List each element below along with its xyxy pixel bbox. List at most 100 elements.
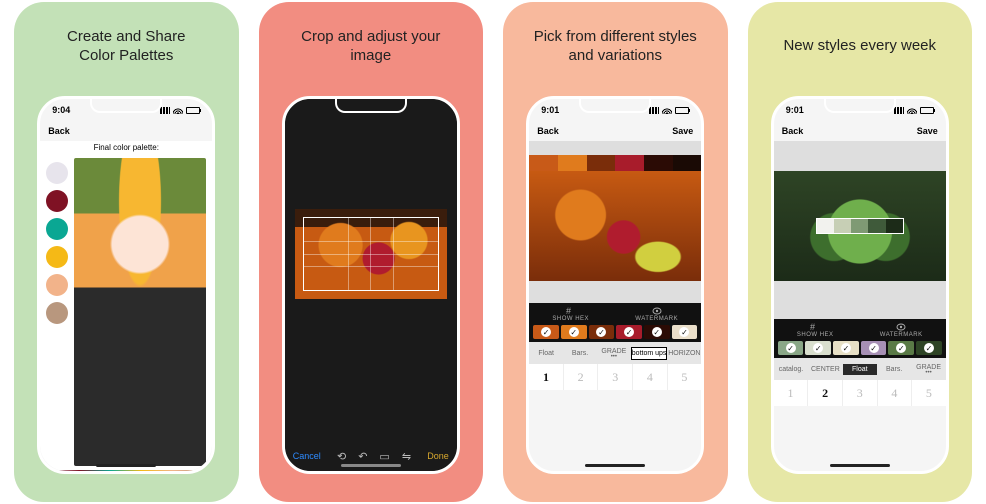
variation-option[interactable]: 2	[563, 364, 598, 390]
nav-bar: Back	[40, 121, 212, 141]
back-button[interactable]: Back	[48, 126, 70, 136]
variation-option[interactable]: 3	[597, 364, 632, 390]
style-option[interactable]: bottom ups	[631, 347, 668, 360]
phone-frame: 9:01 Back Save	[771, 96, 949, 474]
phone-frame: Cancel ⟲ ↶ ▭ ⇋ Done	[282, 96, 460, 474]
swatch[interactable]	[888, 341, 914, 355]
status-time: 9:01	[786, 105, 804, 115]
style-option[interactable]: Bars.	[877, 364, 911, 375]
watermark-toggle[interactable]: WATERMARK	[635, 307, 678, 322]
swatch[interactable]	[851, 219, 868, 233]
swatch[interactable]	[587, 155, 616, 171]
palette-swatch[interactable]	[46, 190, 68, 212]
variation-option[interactable]: 1	[529, 364, 563, 390]
variation-selector[interactable]: 12345	[529, 364, 701, 390]
swatch[interactable]	[615, 155, 644, 171]
swatch[interactable]	[834, 219, 851, 233]
palette-bar	[529, 155, 701, 171]
style-option[interactable]: HORIZON	[667, 348, 701, 359]
hash-icon: #	[566, 307, 576, 315]
swatch[interactable]	[561, 325, 587, 339]
done-button[interactable]: Done	[427, 451, 449, 461]
palette-swatch[interactable]	[46, 218, 68, 240]
swatch[interactable]	[861, 341, 887, 355]
controls-panel: # SHOW HEX WATERMARK	[774, 319, 946, 358]
signal-icon	[160, 107, 170, 114]
variation-option[interactable]: 5	[667, 364, 702, 390]
save-button[interactable]: Save	[917, 126, 938, 136]
palette-swatch-column	[40, 154, 74, 470]
preview-image	[774, 171, 946, 281]
swatch[interactable]	[805, 341, 831, 355]
swatch[interactable]	[868, 219, 885, 233]
variation-option[interactable]: 5	[911, 380, 946, 406]
variation-option[interactable]: 1	[774, 380, 808, 406]
variation-option[interactable]: 2	[807, 380, 842, 406]
color-check-row[interactable]	[529, 322, 701, 342]
swatch[interactable]	[916, 341, 942, 355]
style-option[interactable]: Float	[843, 364, 877, 375]
swatch[interactable]	[589, 325, 615, 339]
variation-option[interactable]: 3	[842, 380, 877, 406]
notch	[824, 99, 896, 113]
controls-panel: # SHOW HEX WATERMARK	[529, 303, 701, 342]
back-button[interactable]: Back	[782, 126, 804, 136]
notch	[579, 99, 651, 113]
aspect-icon[interactable]: ▭	[379, 450, 389, 463]
swatch[interactable]	[529, 155, 558, 171]
variation-option[interactable]: 4	[632, 364, 667, 390]
undo-icon[interactable]: ↶	[358, 450, 367, 463]
phone-frame: 9:01 Back Save	[526, 96, 704, 474]
card-crop: Crop and adjust your image Cancel ⟲	[259, 2, 484, 502]
watermark-toggle[interactable]: WATERMARK	[880, 323, 923, 338]
rotate-ccw-icon[interactable]: ⟲	[337, 450, 346, 463]
battery-icon	[675, 107, 689, 114]
swatch[interactable]	[886, 219, 903, 233]
swatch[interactable]	[778, 341, 804, 355]
style-selector[interactable]: FloatBars.GRADEbottom upsHORIZON	[529, 342, 701, 364]
swatch[interactable]	[673, 155, 702, 171]
swatch[interactable]	[616, 325, 642, 339]
style-selector[interactable]: catalog.CENTERFloatBars.GRADE	[774, 358, 946, 380]
swatch[interactable]	[558, 155, 587, 171]
swatch[interactable]	[833, 341, 859, 355]
style-option[interactable]: CENTER	[808, 364, 842, 375]
swatch[interactable]	[672, 325, 698, 339]
show-hex-toggle[interactable]: # SHOW HEX	[552, 307, 589, 322]
show-hex-toggle[interactable]: # SHOW HEX	[797, 323, 834, 338]
crop-stage[interactable]: Cancel ⟲ ↶ ▭ ⇋ Done	[285, 99, 457, 471]
palette-swatch[interactable]	[46, 274, 68, 296]
hash-icon: #	[810, 323, 820, 331]
floating-palette	[817, 219, 903, 233]
variation-option[interactable]: 4	[877, 380, 912, 406]
save-button[interactable]: Save	[672, 126, 693, 136]
cancel-button[interactable]: Cancel	[293, 451, 321, 461]
app-store-screenshot-row: Create and Share Color Palettes 9:04 Bac…	[0, 0, 986, 504]
swatch[interactable]	[644, 325, 670, 339]
swatch[interactable]	[644, 155, 673, 171]
palette-swatch[interactable]	[46, 162, 68, 184]
style-option[interactable]: GRADE	[911, 362, 945, 377]
back-button[interactable]: Back	[537, 126, 559, 136]
status-time: 9:01	[541, 105, 559, 115]
svg-text:#: #	[810, 323, 816, 331]
palette-swatch[interactable]	[46, 302, 68, 324]
battery-icon	[920, 107, 934, 114]
swatch[interactable]	[533, 325, 559, 339]
style-option[interactable]: catalog.	[774, 364, 808, 375]
signal-icon	[894, 107, 904, 114]
style-option[interactable]: Bars.	[563, 348, 597, 359]
flip-icon[interactable]: ⇋	[402, 450, 411, 463]
home-indicator	[830, 464, 890, 467]
wifi-icon	[907, 106, 917, 114]
variation-selector[interactable]: 12345	[774, 380, 946, 406]
phone-frame: 9:04 Back Final color palette:	[37, 96, 215, 474]
style-option[interactable]: GRADE	[597, 346, 631, 361]
nav-bar: Back Save	[774, 121, 946, 141]
style-option[interactable]: Float	[529, 348, 563, 359]
wifi-icon	[173, 106, 183, 114]
color-check-row[interactable]	[774, 338, 946, 358]
crop-frame[interactable]	[303, 217, 439, 291]
swatch[interactable]	[817, 219, 834, 233]
palette-swatch[interactable]	[46, 246, 68, 268]
